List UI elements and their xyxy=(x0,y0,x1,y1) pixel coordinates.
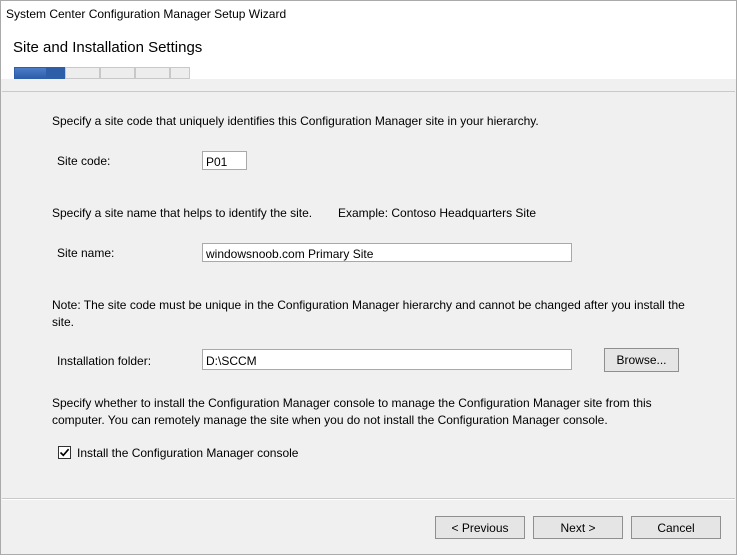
install-console-checkbox[interactable] xyxy=(58,446,71,459)
site-code-label: Site code: xyxy=(57,154,111,168)
previous-button[interactable]: < Previous xyxy=(435,516,525,539)
cancel-button[interactable]: Cancel xyxy=(631,516,721,539)
progress-segment xyxy=(135,67,170,79)
site-code-note: Note: The site code must be unique in th… xyxy=(52,298,685,329)
site-name-intro: Specify a site name that helps to identi… xyxy=(52,206,313,220)
site-code-intro: Specify a site code that uniquely identi… xyxy=(52,114,539,128)
site-code-input[interactable] xyxy=(202,151,247,170)
next-button[interactable]: Next > xyxy=(533,516,623,539)
title-bar: System Center Configuration Manager Setu… xyxy=(1,1,736,27)
progress-segment xyxy=(65,67,100,79)
browse-button[interactable]: Browse... xyxy=(604,348,679,372)
page-title: Site and Installation Settings xyxy=(13,39,203,56)
site-name-label: Site name: xyxy=(57,246,115,260)
site-name-example: Example: Contoso Headquarters Site xyxy=(338,206,537,220)
footer-divider xyxy=(2,498,735,500)
install-console-label[interactable]: Install the Configuration Manager consol… xyxy=(77,446,298,460)
console-intro: Specify whether to install the Configura… xyxy=(52,396,652,427)
progress-segment xyxy=(100,67,135,79)
header-divider xyxy=(2,91,735,92)
site-name-input[interactable] xyxy=(202,243,572,262)
setup-wizard-window: System Center Configuration Manager Setu… xyxy=(0,0,737,555)
progress-segment xyxy=(170,67,190,79)
window-title: System Center Configuration Manager Setu… xyxy=(6,7,287,21)
wizard-progress-bar xyxy=(14,67,190,79)
progress-segment xyxy=(14,67,47,79)
check-icon xyxy=(59,448,70,457)
installation-folder-input[interactable] xyxy=(202,349,572,370)
progress-segment xyxy=(47,67,65,79)
installation-folder-label: Installation folder: xyxy=(57,354,152,368)
